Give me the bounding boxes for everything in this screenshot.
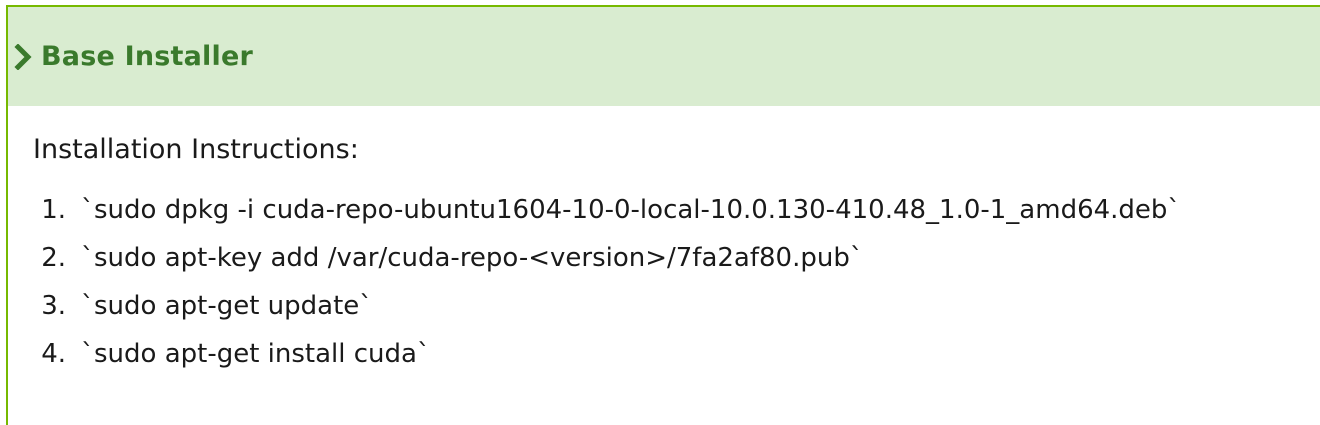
step-command: `sudo apt-get install cuda`	[81, 339, 430, 369]
list-item: 4. `sudo apt-get install cuda`	[33, 330, 1320, 378]
step-number: 2.	[41, 243, 66, 273]
step-command: `sudo dpkg -i cuda-repo-ubuntu1604-10-0-…	[81, 195, 1181, 225]
step-number: 4.	[41, 339, 66, 369]
list-item: 2. `sudo apt-key add /var/cuda-repo-<ver…	[33, 234, 1320, 282]
step-command: `sudo apt-get update`	[81, 291, 373, 321]
step-number: 1.	[41, 195, 66, 225]
step-number: 3.	[41, 291, 66, 321]
list-item: 3. `sudo apt-get update`	[33, 282, 1320, 330]
instructions-list: 1. `sudo dpkg -i cuda-repo-ubuntu1604-10…	[33, 186, 1320, 378]
list-item: 1. `sudo dpkg -i cuda-repo-ubuntu1604-10…	[33, 186, 1320, 234]
panel-header-toggle[interactable]: Base Installer	[8, 7, 1320, 106]
panel-title: Base Installer	[41, 41, 253, 72]
instructions-heading: Installation Instructions:	[33, 134, 359, 165]
installer-panel: Base Installer Installation Instructions…	[6, 5, 1320, 425]
chevron-right-icon	[11, 43, 37, 70]
panel-body: Installation Instructions: 1. `sudo dpkg…	[8, 106, 1320, 378]
step-command: `sudo apt-key add /var/cuda-repo-<versio…	[81, 243, 863, 273]
